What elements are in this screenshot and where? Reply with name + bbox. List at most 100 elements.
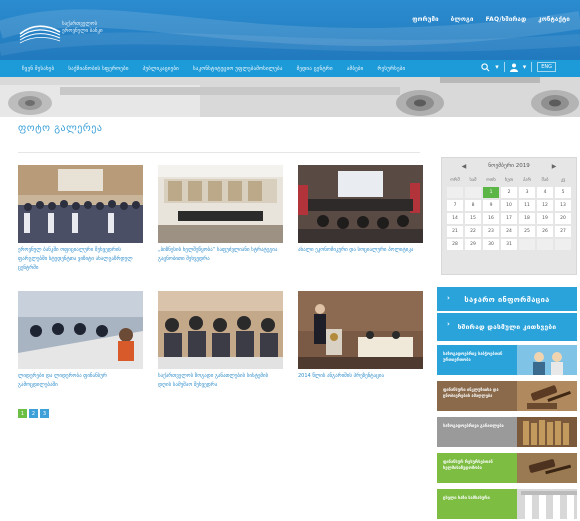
- nav-separator: [503, 62, 505, 72]
- calendar-weekday: შაბ: [541, 177, 549, 183]
- calendar-day[interactable]: 20: [555, 213, 571, 224]
- public-info-label: საჯარო ინფორმაცია: [464, 294, 550, 304]
- logo-text: საქართველოს ეროვნული ბანკი: [62, 21, 103, 34]
- gallery-caption-6[interactable]: 2014 წლის ანგარიშის პრეზენტაცია: [298, 372, 423, 381]
- people-icon: [517, 345, 577, 375]
- gallery-thumb-6[interactable]: [298, 291, 423, 369]
- calendar-day[interactable]: 29: [465, 239, 481, 250]
- page-2-button[interactable]: 2: [29, 409, 38, 418]
- banner-image: [0, 77, 580, 117]
- calendar-day[interactable]: 10: [501, 200, 517, 211]
- photo-presentation-image: [298, 165, 423, 243]
- calendar-next-icon[interactable]: ▶: [552, 163, 557, 170]
- nav-item-about[interactable]: ჩვენ შესახებ: [22, 66, 54, 72]
- promo-banner-4[interactable]: ფინანსურ რესურსებთან ხელმისაწვდომობა: [437, 453, 577, 483]
- calendar-day[interactable]: 12: [537, 200, 553, 211]
- promo-banner-3[interactable]: საზოგადოებრივი განათლება: [437, 417, 577, 447]
- promo-text-1: საზოგადოებრივ საბჭოებთან ურთიერთობა: [443, 351, 503, 362]
- calendar-day[interactable]: 4: [537, 187, 553, 198]
- calendar-weekday: პარ: [522, 177, 532, 183]
- calendar-empty-cell: [519, 239, 535, 250]
- nav-item-constitutional[interactable]: საკონსტიტუციო უფლებამოსილება: [193, 66, 283, 72]
- calendar-day[interactable]: 16: [483, 213, 499, 224]
- calendar-day[interactable]: 31: [501, 239, 517, 250]
- calendar-day[interactable]: 30: [483, 239, 499, 250]
- calendar-day[interactable]: 26: [537, 226, 553, 237]
- gallery-thumb-2[interactable]: [158, 165, 283, 243]
- user-icon[interactable]: [509, 63, 518, 72]
- top-link-contact[interactable]: კონტაქტი: [538, 16, 570, 23]
- search-icon[interactable]: [481, 62, 490, 72]
- promo-text-2: ფინანსური ინკლუზიისა და ცნობიერების ამაღ…: [443, 387, 499, 398]
- user-dropdown-icon[interactable]: ▾: [523, 63, 527, 71]
- main-nav: ჩვენ შესახებ საქმიანობის სფეროები პუბლიკ…: [0, 60, 580, 77]
- calendar-day[interactable]: 18: [519, 213, 535, 224]
- calendar-day[interactable]: 15: [465, 213, 481, 224]
- promo-banner-1[interactable]: საზოგადოებრივ საბჭოებთან ურთიერთობა: [437, 345, 577, 375]
- calendar-day[interactable]: 25: [519, 226, 535, 237]
- gallery-caption-4[interactable]: ლიდერები და ლიდერობა ფინანსურ გამოცდილებ…: [18, 372, 143, 390]
- columns-icon: [517, 489, 577, 519]
- page-3-button[interactable]: 3: [40, 409, 49, 418]
- calendar-day[interactable]: 13: [555, 200, 571, 211]
- calendar-day[interactable]: 19: [537, 213, 553, 224]
- gallery-caption-1[interactable]: ეროვნულ ბანკში ოფიციალური შეხვედრის ფარგ…: [18, 246, 143, 273]
- search-dropdown-icon[interactable]: ▾: [495, 63, 499, 71]
- language-switch[interactable]: ENG: [537, 62, 556, 72]
- promo-banner-5[interactable]: ცხელი ხაზი სამსახური: [437, 489, 577, 519]
- gallery-caption-2[interactable]: „ბიზნესის ხელშეწყობა“ საფუძვლიანი სტრატე…: [158, 246, 283, 264]
- calendar-month-label: ნოემბერი 2019: [488, 163, 530, 169]
- faq-button[interactable]: › ხშირად დასმული კითხვები: [437, 313, 577, 341]
- gavel-icon: [517, 381, 577, 411]
- site-header: საქართველოს ეროვნული ბანკი ფორუმი ბლოგი …: [0, 0, 580, 60]
- top-link-blog[interactable]: ბლოგი: [451, 16, 474, 23]
- promo-text-5: ცხელი ხაზი სამსახური: [443, 495, 490, 500]
- column-capitals-graphic: [0, 77, 580, 117]
- calendar-day[interactable]: 22: [465, 226, 481, 237]
- nav-item-activities[interactable]: საქმიანობის სფეროები: [68, 66, 128, 72]
- calendar-day[interactable]: 28: [447, 239, 463, 250]
- promo-banner-2[interactable]: ფინანსური ინკლუზიისა და ცნობიერების ამაღ…: [437, 381, 577, 411]
- calendar-day[interactable]: 3: [519, 187, 535, 198]
- calendar-day[interactable]: 2: [501, 187, 517, 198]
- gallery-thumb-4[interactable]: [18, 291, 143, 369]
- photo-workshop-image: [158, 291, 283, 369]
- top-link-faq[interactable]: FAQ/ხშირად: [486, 16, 527, 23]
- calendar-weekday: ხუთ: [504, 177, 514, 183]
- arrow-right-icon: ›: [447, 320, 451, 328]
- arrow-right-icon: ›: [447, 294, 451, 302]
- calendar-day[interactable]: 27: [555, 226, 571, 237]
- page-title: ფოტო გალერეა: [18, 123, 103, 134]
- gallery-caption-3[interactable]: ახალი ეკონომიკური და სოციალური პოლიტიკა: [298, 246, 423, 255]
- calendar-day[interactable]: 14: [447, 213, 463, 224]
- calendar-day[interactable]: 23: [483, 226, 499, 237]
- title-divider: [18, 152, 420, 153]
- top-link-forum[interactable]: ფორუმი: [412, 16, 438, 23]
- calendar-day[interactable]: 7: [447, 200, 463, 211]
- gallery-caption-5[interactable]: საქართველოს ზოგადი განათლების სისტემის დ…: [158, 372, 283, 390]
- page-1-button[interactable]: 1: [18, 409, 27, 418]
- nav-item-media[interactable]: მედია ცენტრი: [297, 66, 333, 72]
- gallery-thumb-1[interactable]: [18, 165, 143, 243]
- calendar-prev-icon[interactable]: ◀: [462, 163, 467, 170]
- calendar-empty-cell: [537, 239, 553, 250]
- calendar-day[interactable]: 21: [447, 226, 463, 237]
- gallery-thumb-3[interactable]: [298, 165, 423, 243]
- nav-item-news[interactable]: ამბები: [347, 66, 364, 72]
- calendar-weekday: კვ: [560, 177, 566, 183]
- public-info-button[interactable]: › საჯარო ინფორმაცია: [437, 287, 577, 311]
- calendar-empty-cell: [465, 187, 481, 198]
- photo-group-image: [18, 165, 143, 243]
- nav-item-publications[interactable]: პუბლიკაციები: [143, 66, 179, 72]
- calendar-day[interactable]: 24: [501, 226, 517, 237]
- pagination: 1 2 3: [18, 409, 49, 418]
- calendar-day[interactable]: 17: [501, 213, 517, 224]
- calendar-day[interactable]: 8: [465, 200, 481, 211]
- gallery-thumb-5[interactable]: [158, 291, 283, 369]
- calendar-day[interactable]: 11: [519, 200, 535, 211]
- calendar-day[interactable]: 5: [555, 187, 571, 198]
- calendar-day[interactable]: 9: [483, 200, 499, 211]
- calendar-day[interactable]: 1: [483, 187, 499, 198]
- calendar-weekday: ოთხ: [486, 177, 496, 183]
- nav-item-resources[interactable]: რესურსები: [377, 66, 405, 72]
